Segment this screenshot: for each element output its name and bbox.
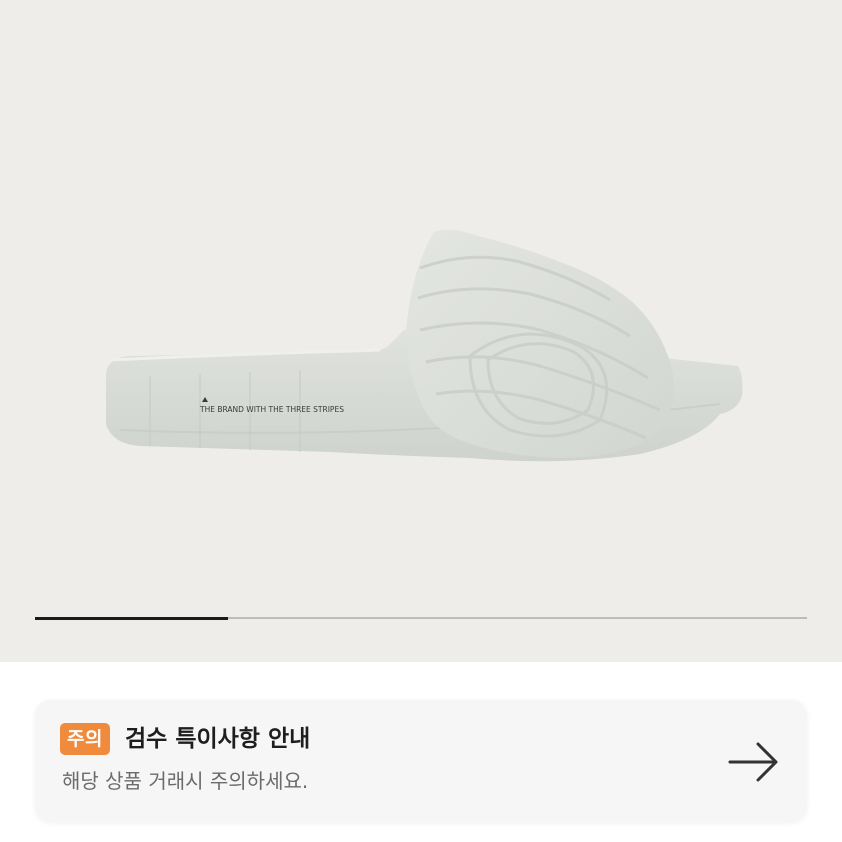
- notice-description: 해당 상품 거래시 주의하세요.: [62, 769, 309, 793]
- product-detail-screen: THE BRAND WITH THE THREE STRIPES 주의 검수 특…: [0, 0, 842, 842]
- caution-badge: 주의: [60, 723, 110, 755]
- notice-title: 검수 특이사항 안내: [125, 726, 311, 752]
- arrow-right-icon[interactable]: [726, 740, 782, 784]
- inspection-notice-card[interactable]: 주의 검수 특이사항 안내 해당 상품 거래시 주의하세요.: [35, 700, 807, 822]
- product-image-area[interactable]: THE BRAND WITH THE THREE STRIPES: [0, 0, 842, 662]
- product-image[interactable]: THE BRAND WITH THE THREE STRIPES: [0, 0, 842, 600]
- sandal-print-text: THE BRAND WITH THE THREE STRIPES: [199, 405, 344, 414]
- notice-section: 주의 검수 특이사항 안내 해당 상품 거래시 주의하세요.: [0, 662, 842, 842]
- carousel-progress-indicator: [35, 616, 228, 620]
- carousel-progress-track: [35, 616, 807, 620]
